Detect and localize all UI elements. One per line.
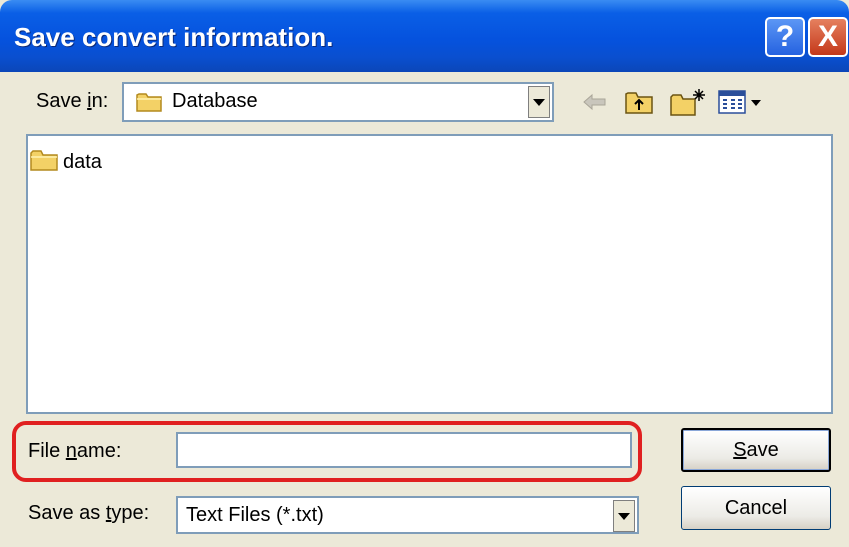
folder-icon xyxy=(30,148,60,177)
view-menu-icon[interactable] xyxy=(716,85,764,119)
save-in-label: Save in: xyxy=(36,90,109,112)
back-arrow-icon[interactable] xyxy=(580,85,610,119)
cancel-button[interactable]: Cancel xyxy=(681,486,831,530)
save-as-type-dropdown[interactable]: Text Files (*.txt) xyxy=(176,496,639,534)
list-item[interactable]: data xyxy=(30,148,102,177)
chevron-down-icon xyxy=(533,98,545,106)
file-name-label: data xyxy=(63,151,102,173)
save-as-type-value: Text Files (*.txt) xyxy=(186,504,324,526)
file-list[interactable]: data xyxy=(26,134,833,414)
help-button[interactable]: ? xyxy=(765,17,805,57)
close-icon: X xyxy=(817,20,838,53)
new-folder-icon[interactable] xyxy=(668,85,708,119)
save-button[interactable]: Save xyxy=(681,428,831,472)
save-in-dropdown-button[interactable] xyxy=(528,86,550,118)
save-as-type-label: Save as type: xyxy=(28,502,150,524)
title-bar[interactable]: Save convert information. ? X xyxy=(0,0,849,72)
chevron-down-icon xyxy=(618,512,630,520)
dialog-title: Save convert information. xyxy=(14,22,334,52)
save-as-type-dropdown-button[interactable] xyxy=(613,500,635,532)
help-icon: ? xyxy=(775,20,795,53)
save-dialog: Save convert information. ? X Save in: D… xyxy=(0,0,849,547)
close-button[interactable]: X xyxy=(808,17,848,57)
up-one-level-icon[interactable] xyxy=(622,85,656,119)
save-in-value: Database xyxy=(172,90,258,112)
save-in-dropdown[interactable]: Database xyxy=(122,82,554,122)
folder-icon xyxy=(136,90,164,119)
highlight-box xyxy=(12,421,642,482)
